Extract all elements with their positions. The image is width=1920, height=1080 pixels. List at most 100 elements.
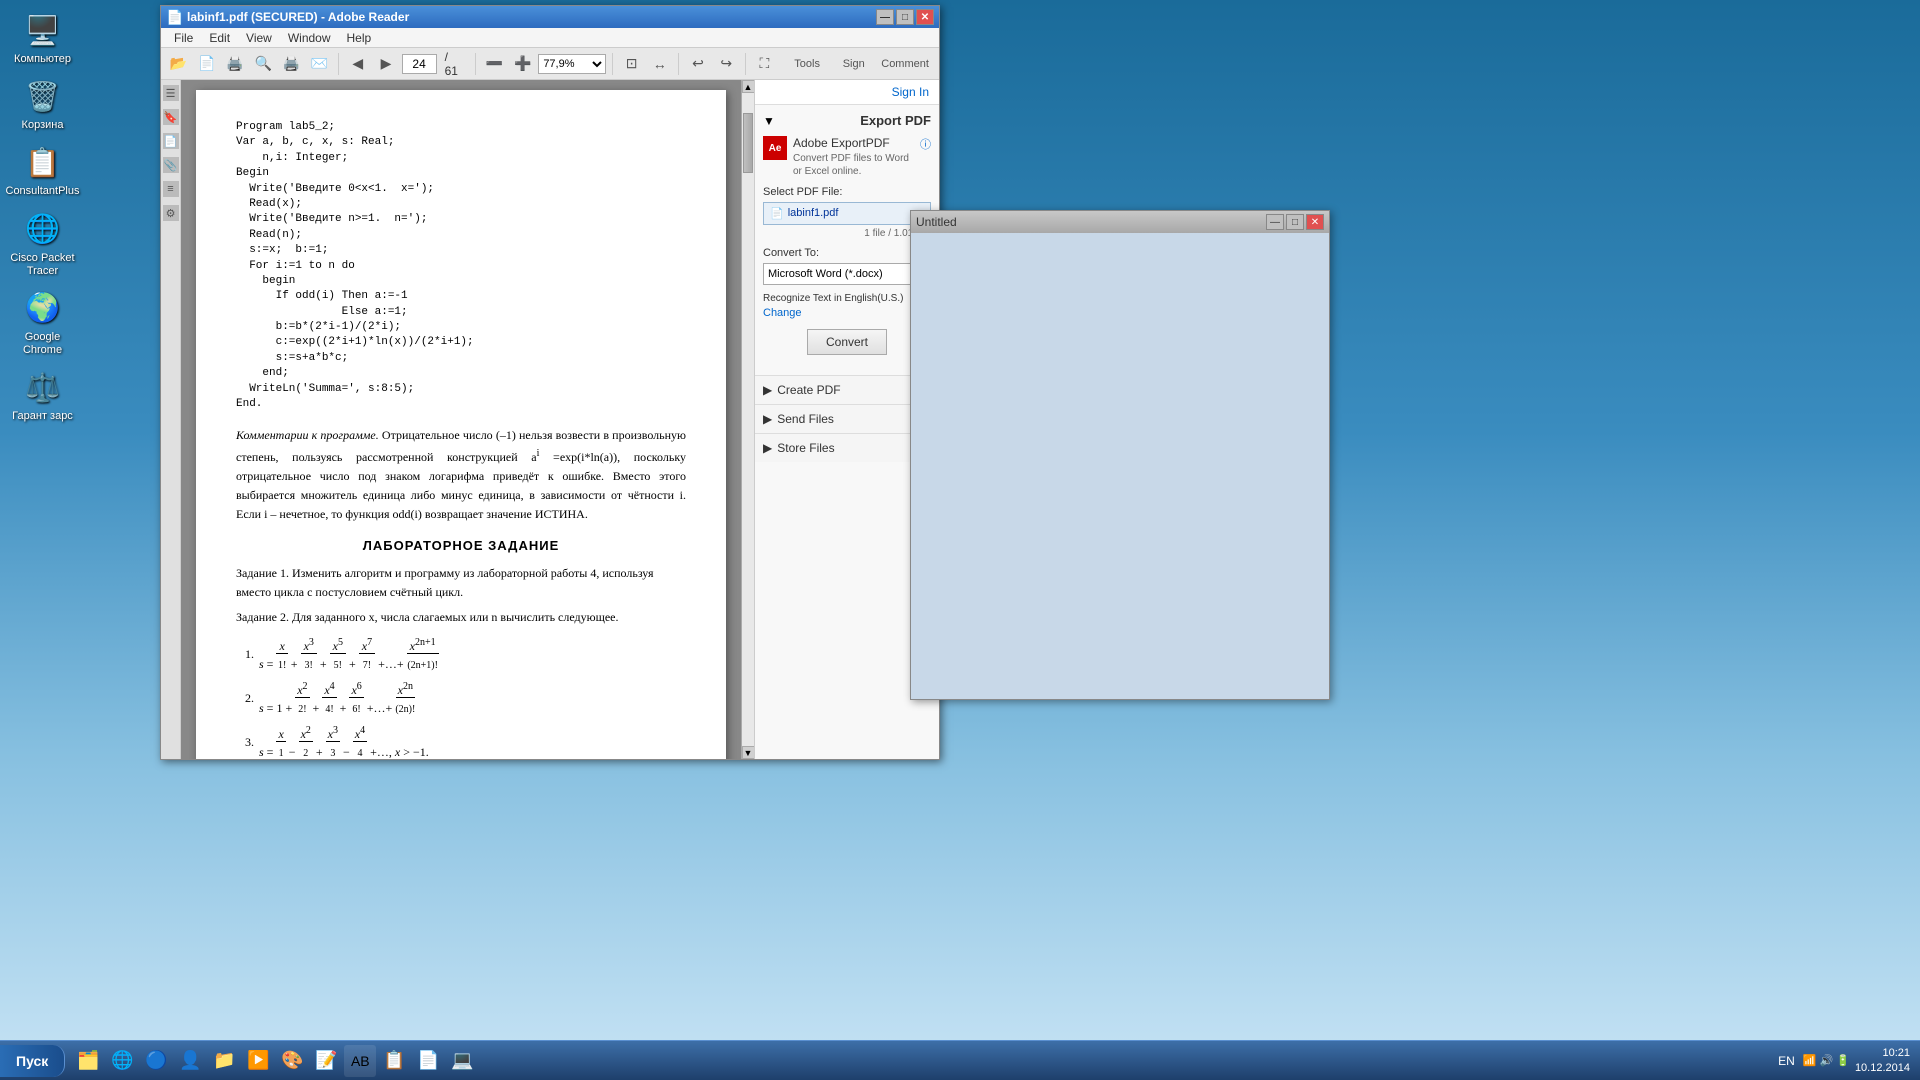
menu-file[interactable]: File [166, 29, 201, 47]
garant-icon-label: Гарант зарс [12, 410, 73, 423]
adobe-export-desc: Convert PDF files to Word or Excel onlin… [793, 152, 920, 178]
taskbar-pdf[interactable]: 📄 [412, 1045, 444, 1077]
zoom-select[interactable]: 77,9% 50% 100% 150% [538, 54, 606, 74]
tray-sound-icon: 🔊 [1820, 1054, 1834, 1067]
toolbar-fit-page[interactable]: ⊡ [619, 51, 644, 77]
adobe-info-icon[interactable]: ⓘ [920, 136, 931, 152]
start-button[interactable]: Пуск [0, 1045, 65, 1077]
window2-close[interactable]: ✕ [1306, 214, 1324, 230]
consultant-icon-label: ConsultantPlus [6, 185, 80, 198]
window2-title: Untitled [916, 215, 957, 229]
page-number-input[interactable] [402, 54, 437, 74]
taskbar-tray: EN 📶 🔊 🔋 10:21 10.12.2014 [1768, 1046, 1920, 1075]
code-block: Program lab5_2; Var a, b, c, x, s: Real;… [236, 120, 686, 412]
trash-icon: 🗑️ [23, 76, 63, 116]
menu-edit[interactable]: Edit [201, 29, 238, 47]
minimize-button[interactable]: — [876, 9, 894, 25]
taskbar-media[interactable]: ▶️ [242, 1045, 274, 1077]
menu-view[interactable]: View [238, 29, 280, 47]
window-title: labinf1.pdf (SECURED) - Adobe Reader [187, 10, 876, 24]
taskbar-ie[interactable]: 🌐 [106, 1045, 138, 1077]
left-sidebar: ☰ 🔖 📄 📎 ≡ ⚙ [161, 80, 181, 759]
maximize-button[interactable]: □ [896, 9, 914, 25]
formula-2: s = 1 + x22! + x44! + x66! +…+ x2n(2n)! [259, 679, 415, 717]
toolbar-open[interactable]: 📂 [166, 51, 191, 77]
trash-desktop-icon[interactable]: 🗑️ Корзина [5, 76, 80, 132]
toolbar-zoom-out[interactable]: ➖ [482, 51, 507, 77]
pdf-viewer[interactable]: Program lab5_2; Var a, b, c, x, s: Real;… [181, 80, 741, 759]
toolbar-print[interactable]: 🖨️ [279, 51, 304, 77]
sidebar-pages[interactable]: 📄 [163, 133, 179, 149]
adobe-icon: Ae [763, 136, 787, 160]
sidebar-bookmark[interactable]: 🔖 [163, 109, 179, 125]
create-pdf-arrow: ▶ [763, 383, 772, 397]
cisco-icon: 🌐 [23, 209, 63, 249]
taskbar-files[interactable]: 📁 [208, 1045, 240, 1077]
sidebar-attachments[interactable]: 📎 [163, 157, 179, 173]
tray-battery-icon: 🔋 [1836, 1054, 1850, 1067]
right-panel-header: Sign In [755, 80, 939, 105]
menu-help[interactable]: Help [339, 29, 380, 47]
taskbar-word-tools[interactable]: AB [344, 1045, 376, 1077]
taskbar-time: 10:21 10.12.2014 [1855, 1046, 1910, 1075]
cisco-desktop-icon[interactable]: 🌐 Cisco Packet Tracer [5, 209, 80, 278]
toolbar-fullscreen[interactable]: ⛶ [752, 51, 777, 77]
toolbar-sign-tab[interactable]: Sign [834, 51, 873, 77]
select-pdf-label: Select PDF File: [763, 186, 931, 198]
taskbar-word[interactable]: 📋 [378, 1045, 410, 1077]
toolbar-undo[interactable]: ↩ [685, 51, 710, 77]
toolbar-email[interactable]: ✉️ [307, 51, 332, 77]
scroll-thumb[interactable] [743, 113, 753, 173]
toolbar-comment-tab[interactable]: Comment [876, 51, 934, 77]
convert-button[interactable]: Convert [807, 329, 887, 355]
sidebar-hand-tool[interactable]: ☰ [163, 85, 179, 101]
pdf-file-row[interactable]: 📄 labinf1.pdf [763, 202, 931, 225]
toolbar-tools-tab[interactable]: Tools [783, 51, 831, 77]
scroll-up-arrow[interactable]: ▲ [742, 80, 755, 93]
sign-in-link[interactable]: Sign In [892, 85, 929, 99]
vertical-scrollbar[interactable]: ▲ ▼ [741, 80, 754, 759]
consultant-desktop-icon[interactable]: 📋 ConsultantPlus [5, 142, 80, 198]
window-icon: 📄 [166, 9, 182, 25]
sidebar-tools2[interactable]: ⚙ [163, 205, 179, 221]
toolbar-find[interactable]: 🔍 [251, 51, 276, 77]
window2-titlebar: Untitled — □ ✕ [911, 211, 1329, 233]
content-area: ☰ 🔖 📄 📎 ≡ ⚙ Program lab5_2; Var a, b, c,… [161, 80, 939, 759]
adobe-icon-text: Ae [769, 143, 782, 154]
toolbar-fit-width[interactable]: ↔ [647, 51, 672, 77]
toolbar-zoom-in[interactable]: ➕ [510, 51, 535, 77]
math-row-3: 3. s = x1 − x22 + x33 − x44 +…, x > −1. [236, 723, 686, 759]
toolbar-print-preview[interactable]: 🖨️ [222, 51, 247, 77]
date-value: 10.12.2014 [1855, 1061, 1910, 1075]
toolbar-redo[interactable]: ↪ [714, 51, 739, 77]
adobe-reader-window: 📄 labinf1.pdf (SECURED) - Adobe Reader —… [160, 5, 940, 760]
taskbar-paint[interactable]: 🎨 [276, 1045, 308, 1077]
formula-3: s = x1 − x22 + x33 − x44 +…, x > −1. [259, 723, 429, 759]
create-pdf-label: Create PDF [777, 383, 840, 397]
desktop: 🖥️ Компьютер 🗑️ Корзина 📋 ConsultantPlus… [0, 0, 1920, 1080]
change-link[interactable]: Change [763, 307, 931, 319]
taskbar-vs[interactable]: 📝 [310, 1045, 342, 1077]
taskbar-monitor[interactable]: 💻 [446, 1045, 478, 1077]
window2-maximize[interactable]: □ [1286, 214, 1304, 230]
scroll-track[interactable] [742, 93, 754, 746]
close-button[interactable]: ✕ [916, 9, 934, 25]
toolbar-prev-page[interactable]: ◀ [345, 51, 370, 77]
toolbar-next-page[interactable]: ▶ [373, 51, 398, 77]
taskbar-chrome[interactable]: 🔵 [140, 1045, 172, 1077]
menu-window[interactable]: Window [280, 29, 339, 47]
window2-minimize[interactable]: — [1266, 214, 1284, 230]
toolbar: 📂 📄 🖨️ 🔍 🖨️ ✉️ ◀ ▶ / 61 ➖ ➕ 77,9% 50% 10… [161, 48, 939, 80]
garant-desktop-icon[interactable]: ⚖️ Гарант зарс [5, 367, 80, 423]
convert-to-select[interactable]: Microsoft Word (*.docx) Microsoft Excel … [763, 263, 931, 285]
taskbar-explorer[interactable]: 🗂️ [72, 1045, 104, 1077]
taskbar-user[interactable]: 👤 [174, 1045, 206, 1077]
math-row-1: 1. s = x1! + x33! + x55! + x77! +…+ x2n+… [236, 635, 686, 673]
adobe-export-logo: Ae Adobe ExportPDF Convert PDF files to … [763, 136, 931, 178]
window2-content [911, 233, 1329, 699]
toolbar-save-pdf[interactable]: 📄 [194, 51, 219, 77]
computer-desktop-icon[interactable]: 🖥️ Компьютер [5, 10, 80, 66]
scroll-down-arrow[interactable]: ▼ [742, 746, 755, 759]
sidebar-layers[interactable]: ≡ [163, 181, 179, 197]
chrome-desktop-icon[interactable]: 🌍 Google Chrome [5, 288, 80, 357]
